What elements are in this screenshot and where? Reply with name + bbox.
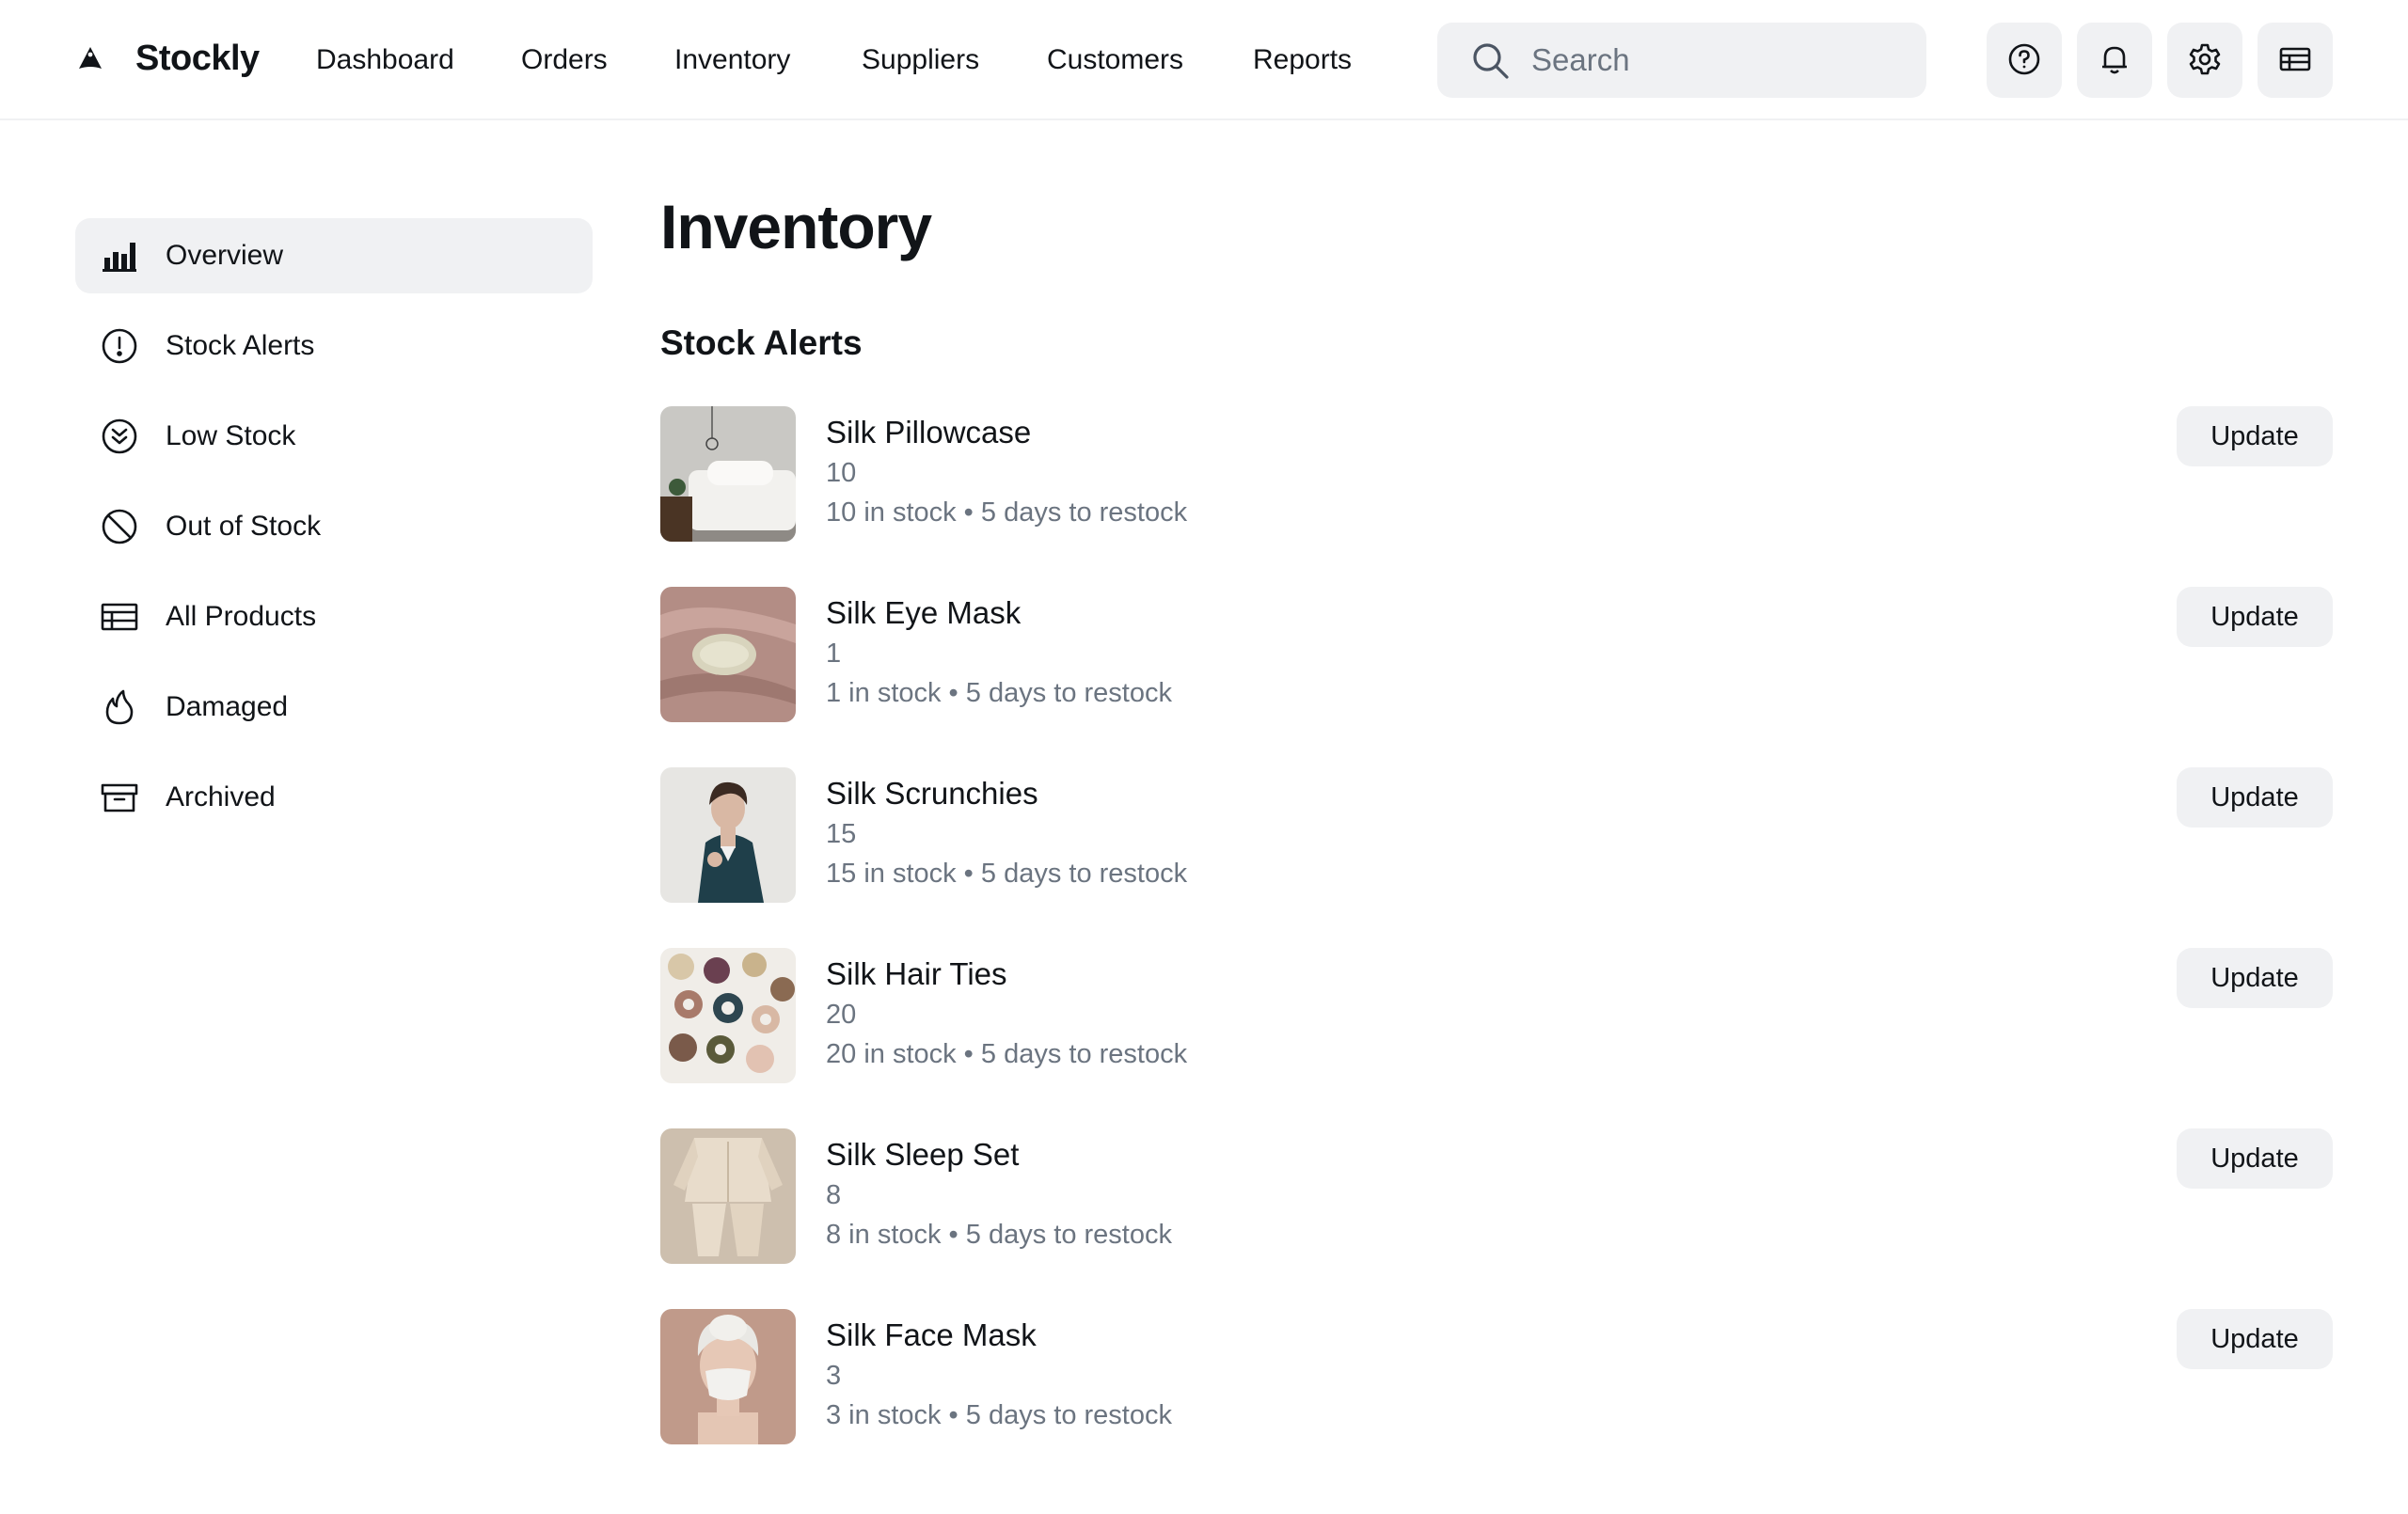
product-name: Silk Hair Ties — [826, 956, 1007, 991]
product-name: Silk Pillowcase — [826, 415, 1032, 449]
product-name: Silk Sleep Set — [826, 1137, 1020, 1172]
sidebar-item-label: Out of Stock — [166, 511, 322, 542]
product-thumbnail — [660, 406, 796, 542]
ban-icon — [100, 507, 139, 546]
nav-reports[interactable]: Reports — [1253, 41, 1352, 79]
product-thumbnail — [660, 1309, 796, 1444]
sidebar-item-damaged[interactable]: Damaged — [75, 670, 593, 745]
notifications-button[interactable] — [2077, 23, 2152, 98]
update-button[interactable]: Update — [2177, 1128, 2333, 1189]
product-stock-status: 15 in stock • 5 days to restock — [826, 859, 1188, 889]
list-item: Silk Pillowcase 10 10 in stock • 5 days … — [660, 406, 2333, 544]
product-stock-status: 8 in stock • 5 days to restock — [826, 1220, 1172, 1250]
list-item: Silk Hair Ties 20 20 in stock • 5 days t… — [660, 948, 2333, 1085]
alert-circle-icon — [100, 326, 139, 366]
nav-customers[interactable]: Customers — [1047, 41, 1183, 79]
help-button[interactable] — [1987, 23, 2062, 98]
product-stock-status: 20 in stock • 5 days to restock — [826, 1039, 1188, 1069]
sidebar-item-label: Overview — [166, 240, 284, 271]
sidebar-item-label: Archived — [166, 781, 276, 812]
search-icon — [1469, 39, 1511, 81]
sidebar-item-out-of-stock[interactable]: Out of Stock — [75, 489, 593, 564]
table-view-button[interactable] — [2258, 23, 2333, 98]
bell-icon — [2097, 41, 2132, 80]
page-title: Inventory — [660, 192, 932, 261]
settings-button[interactable] — [2167, 23, 2242, 98]
top-bar: Stockly Dashboard Orders Inventory Suppl… — [0, 0, 2408, 120]
product-thumbnail — [660, 587, 796, 722]
archive-icon — [100, 778, 139, 817]
sidebar-item-overview[interactable]: Overview — [75, 218, 593, 293]
product-stock-status: 1 in stock • 5 days to restock — [826, 678, 1172, 708]
product-quantity: 1 — [826, 639, 842, 669]
flame-icon — [100, 687, 139, 727]
sidebar-item-stock-alerts[interactable]: Stock Alerts — [75, 308, 593, 384]
product-stock-status: 3 in stock • 5 days to restock — [826, 1400, 1172, 1430]
sidebar-item-archived[interactable]: Archived — [75, 760, 593, 835]
bar-chart-icon — [100, 236, 139, 276]
section-title: Stock Alerts — [660, 323, 863, 362]
product-stock-status: 10 in stock • 5 days to restock — [826, 497, 1188, 528]
update-button[interactable]: Update — [2177, 948, 2333, 1008]
list-item: Silk Face Mask 3 3 in stock • 5 days to … — [660, 1309, 2333, 1446]
product-name: Silk Eye Mask — [826, 595, 1022, 630]
product-quantity: 10 — [826, 458, 857, 488]
search-box[interactable] — [1437, 23, 1926, 98]
table-icon — [100, 597, 139, 637]
sidebar-item-label: Damaged — [166, 691, 289, 722]
table-icon — [2277, 41, 2313, 80]
app-name: Stockly — [135, 38, 260, 78]
product-quantity: 8 — [826, 1180, 842, 1210]
product-name: Silk Face Mask — [826, 1317, 1037, 1352]
logo-icon — [75, 43, 105, 73]
sidebar-item-label: Low Stock — [166, 420, 296, 451]
update-button[interactable]: Update — [2177, 767, 2333, 828]
search-input[interactable] — [1531, 42, 1908, 78]
list-item: Silk Eye Mask 1 1 in stock • 5 days to r… — [660, 587, 2333, 724]
help-icon — [2006, 41, 2042, 80]
product-quantity: 3 — [826, 1361, 842, 1391]
list-item: Silk Sleep Set 8 8 in stock • 5 days to … — [660, 1128, 2333, 1266]
product-thumbnail — [660, 767, 796, 903]
sidebar-item-low-stock[interactable]: Low Stock — [75, 399, 593, 474]
update-button[interactable]: Update — [2177, 406, 2333, 466]
product-quantity: 15 — [826, 819, 857, 849]
nav-dashboard[interactable]: Dashboard — [316, 41, 454, 79]
product-thumbnail — [660, 1128, 796, 1264]
sidebar-item-label: Stock Alerts — [166, 330, 315, 361]
product-thumbnail — [660, 948, 796, 1083]
nav-suppliers[interactable]: Suppliers — [862, 41, 979, 79]
product-name: Silk Scrunchies — [826, 776, 1038, 811]
update-button[interactable]: Update — [2177, 587, 2333, 647]
sidebar-item-label: All Products — [166, 601, 317, 632]
brand[interactable]: Stockly — [75, 34, 260, 83]
chevrons-down-circle-icon — [100, 417, 139, 456]
gear-icon — [2187, 41, 2223, 80]
list-item: Silk Scrunchies 15 15 in stock • 5 days … — [660, 767, 2333, 905]
product-quantity: 20 — [826, 1000, 857, 1030]
sidebar-item-all-products[interactable]: All Products — [75, 579, 593, 654]
nav-inventory[interactable]: Inventory — [674, 41, 790, 79]
update-button[interactable]: Update — [2177, 1309, 2333, 1369]
nav-orders[interactable]: Orders — [521, 41, 608, 79]
